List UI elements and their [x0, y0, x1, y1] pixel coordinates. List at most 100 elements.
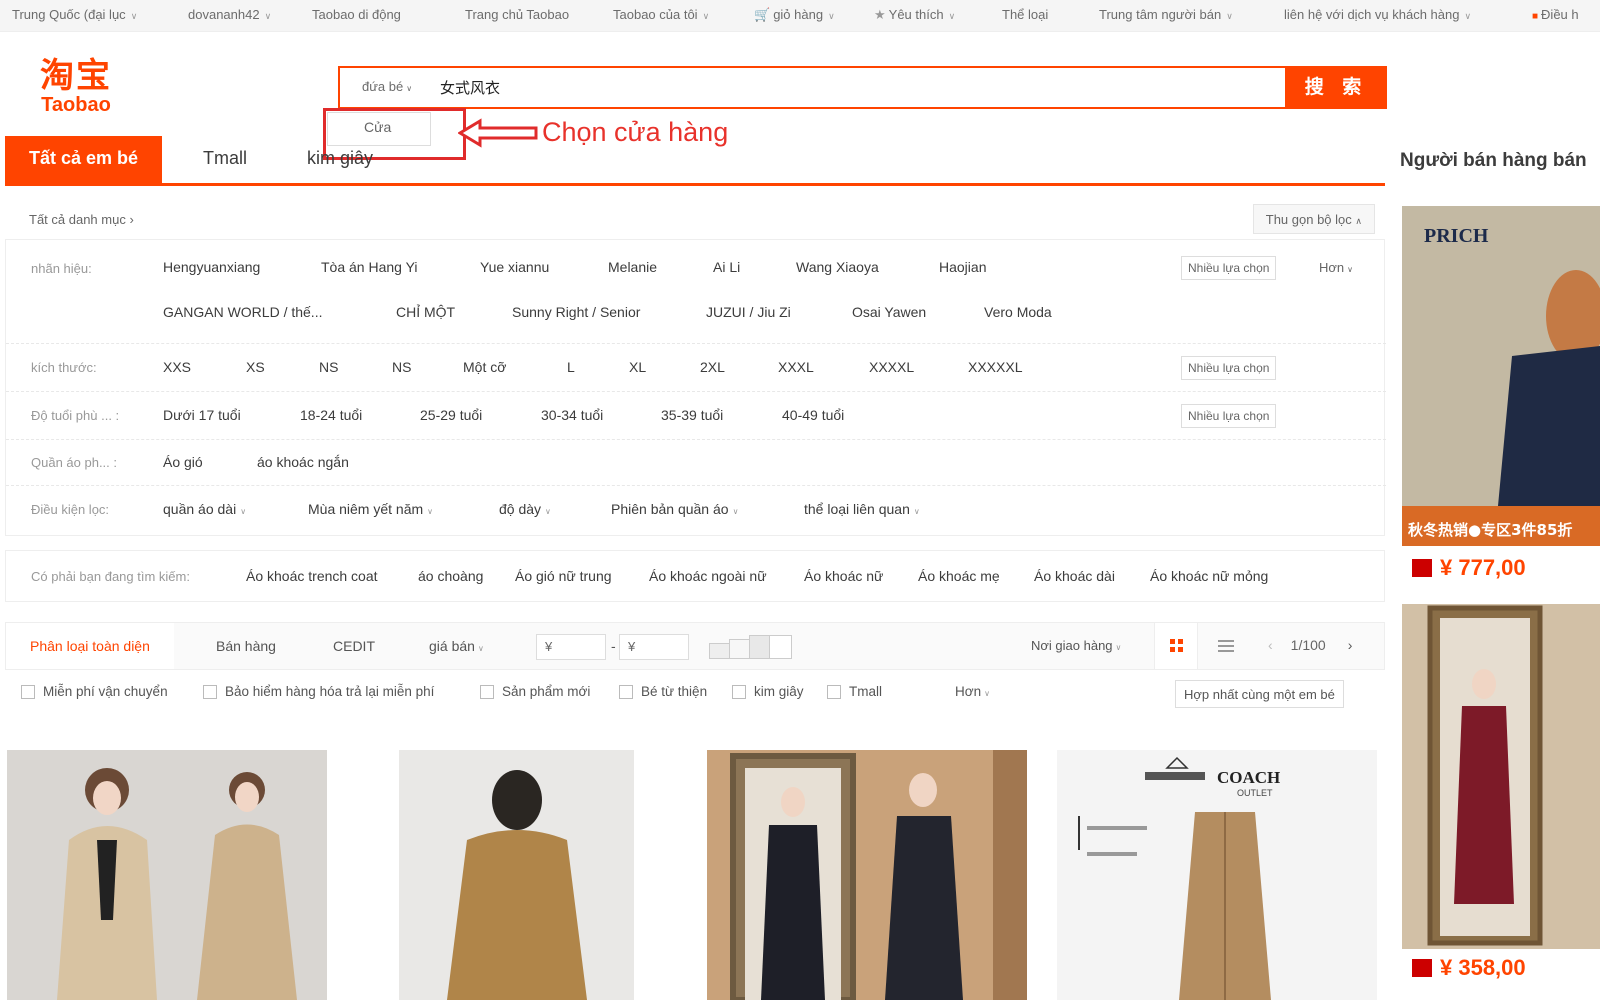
brand-option[interactable]: Hengyuanxiang [163, 259, 260, 275]
breadcrumb[interactable]: Tất cả danh mục › [29, 212, 134, 227]
multi-select-button[interactable]: Nhiều lựa chọn [1181, 404, 1277, 428]
size-option[interactable]: XXXXXL [968, 359, 1022, 375]
product-card[interactable] [7, 750, 327, 1000]
search-button[interactable]: 搜 索 [1285, 66, 1387, 109]
chevron-down-icon: ∨ [130, 11, 138, 21]
my-taobao-menu[interactable]: Taobao của tôi ∨ [613, 7, 709, 22]
categories-link[interactable]: Thể loại [1002, 7, 1048, 22]
size-option[interactable]: L [567, 359, 575, 375]
age-option[interactable]: 40-49 tuổi [782, 407, 844, 423]
product-card[interactable] [357, 750, 677, 1000]
related-search-link[interactable]: Áo khoác nữ [804, 568, 883, 584]
brand-option[interactable]: Osai Yawen [852, 304, 926, 320]
chevron-down-icon: ∨ [545, 507, 551, 516]
region-selector[interactable]: Trung Quốc (đại lục ∨ [12, 7, 137, 22]
age-option[interactable]: 25-29 tuổi [420, 407, 482, 423]
related-search-link[interactable]: Áo khoác trench coat [246, 568, 378, 584]
favorites-menu[interactable]: ★ Yêu thích ∨ [874, 7, 955, 23]
size-option[interactable]: Một cỡ [463, 359, 506, 375]
related-search-link[interactable]: Áo khoác nữ mỏng [1150, 568, 1268, 584]
price-from-input[interactable]: ¥ [536, 634, 606, 660]
age-option[interactable]: 18-24 tuổi [300, 407, 362, 423]
product-card[interactable] [707, 750, 1027, 1000]
search-input[interactable]: 女式风衣 [440, 77, 500, 98]
related-search-link[interactable]: Áo khoác mẹ [918, 568, 1000, 584]
age-option[interactable]: 35-39 tuổi [661, 407, 723, 423]
product-card[interactable]: COACH OUTLET [1057, 750, 1377, 1000]
customer-service-menu[interactable]: liên hệ với dịch vụ khách hàng ∨ [1284, 7, 1471, 22]
collapse-filters-button[interactable]: Thu gọn bộ lọc ∧ [1252, 204, 1375, 234]
new-product-checkbox[interactable]: Sản phẩm mới [480, 684, 590, 700]
mobile-taobao-link[interactable]: Taobao di động [312, 7, 401, 22]
site-nav-menu[interactable]: ■ Điều h [1532, 7, 1579, 22]
next-page-icon[interactable]: › [1348, 637, 1353, 653]
tab-all-items[interactable]: Tất cả em bé [5, 136, 163, 183]
sort-price[interactable]: giá bán ∨ [429, 623, 484, 669]
free-shipping-checkbox[interactable]: Miễn phí vận chuyển [21, 684, 168, 700]
ship-from-dropdown[interactable]: Nơi giao hàng ∨ [1031, 623, 1121, 669]
seller-center-menu[interactable]: Trung tâm người bán ∨ [1099, 7, 1233, 22]
related-search-link[interactable]: áo choàng [418, 568, 483, 584]
price-to-input[interactable]: ¥ [619, 634, 689, 660]
sort-sales[interactable]: Bán hàng [216, 623, 276, 669]
related-search-link[interactable]: Áo khoác dài [1034, 568, 1115, 584]
brand-option[interactable]: JUZUI / Jiu Zi [706, 304, 791, 320]
list-view-icon[interactable] [1206, 623, 1246, 669]
user-account-menu[interactable]: dovananh42 ∨ [188, 7, 271, 22]
taobao-home-link[interactable]: Trang chủ Taobao [465, 7, 569, 22]
size-option[interactable]: 2XL [700, 359, 725, 375]
tab-tmall[interactable]: Tmall [203, 136, 247, 183]
collapse-filters-label: Thu gọn bộ lọc [1265, 212, 1352, 227]
brand-option[interactable]: Haojian [939, 259, 986, 275]
brand-option[interactable]: Wang Xiaoya [796, 259, 879, 275]
size-option[interactable]: XL [629, 359, 646, 375]
kim-giay-checkbox[interactable]: kim giây [732, 684, 804, 700]
grid-view-icon[interactable] [1154, 623, 1198, 669]
brand-option[interactable]: Ai Li [713, 259, 740, 275]
brand-option[interactable]: Sunny Right / Senior [512, 304, 640, 320]
size-option[interactable]: NS [392, 359, 411, 375]
condition-dropdown[interactable]: quần áo dài ∨ [163, 501, 246, 517]
favorites-label: Yêu thích [888, 7, 944, 22]
brand-option[interactable]: CHỈ MỘT [396, 304, 455, 320]
size-option[interactable]: XXXL [778, 359, 814, 375]
brand-option[interactable]: Vero Moda [984, 304, 1052, 320]
condition-dropdown[interactable]: thể loại liên quan ∨ [804, 501, 920, 517]
brand-option[interactable]: Yue xiannu [480, 259, 549, 275]
multi-select-button[interactable]: Nhiều lựa chọn [1181, 356, 1277, 380]
related-search-link[interactable]: Áo gió nữ trung [515, 568, 612, 584]
more-brands-link[interactable]: Hơn ∨ [1319, 260, 1353, 275]
tab-kim-giay[interactable]: kim giây [307, 136, 373, 183]
sort-comprehensive[interactable]: Phân loại toàn diện [6, 623, 174, 669]
sort-credit[interactable]: CEDIT [333, 623, 375, 669]
condition-dropdown[interactable]: độ dày ∨ [499, 501, 551, 517]
merge-same-item-button[interactable]: Hợp nhất cùng một em bé [1175, 680, 1344, 708]
taobao-logo[interactable]: 淘宝 Taobao [26, 57, 126, 119]
condition-dropdown[interactable]: Mùa niêm yết năm ∨ [308, 501, 433, 517]
size-option[interactable]: XS [246, 359, 265, 375]
clothes-option[interactable]: Áo gió [163, 454, 203, 470]
search-box: đứa bé ∨ 女式风衣 [338, 66, 1386, 109]
bar-toggle-icon[interactable] [709, 635, 793, 659]
brand-option[interactable]: GANGAN WORLD / thế... [163, 304, 322, 320]
age-option[interactable]: 30-34 tuổi [541, 407, 603, 423]
condition-dropdown[interactable]: Phiên bản quần áo ∨ [611, 501, 738, 517]
brand-option[interactable]: Tòa án Hang Yi [321, 259, 418, 275]
prev-page-icon[interactable]: ‹ [1268, 637, 1273, 653]
more-filters-link[interactable]: Hơn ∨ [955, 684, 990, 699]
cart-menu[interactable]: 🛒 giỏ hàng ∨ [754, 7, 835, 23]
seller-product-card[interactable]: PRICH 秋冬热销●专区3件85折 [1402, 206, 1600, 546]
seller-product-card[interactable] [1402, 604, 1600, 949]
tmall-checkbox[interactable]: Tmall [827, 684, 882, 700]
clothes-option[interactable]: áo khoác ngắn [257, 454, 349, 470]
search-scope-selector[interactable]: đứa bé ∨ [340, 68, 432, 107]
return-insurance-checkbox[interactable]: Bảo hiểm hàng hóa trả lại miễn phí [203, 684, 434, 700]
multi-select-button[interactable]: Nhiều lựa chọn [1181, 256, 1277, 280]
size-option[interactable]: XXS [163, 359, 191, 375]
size-option[interactable]: XXXXL [869, 359, 914, 375]
charity-checkbox[interactable]: Bé từ thiện [619, 684, 707, 700]
age-option[interactable]: Dưới 17 tuổi [163, 407, 241, 423]
related-search-link[interactable]: Áo khoác ngoài nữ [649, 568, 767, 584]
brand-option[interactable]: Melanie [608, 259, 657, 275]
size-option[interactable]: NS [319, 359, 338, 375]
